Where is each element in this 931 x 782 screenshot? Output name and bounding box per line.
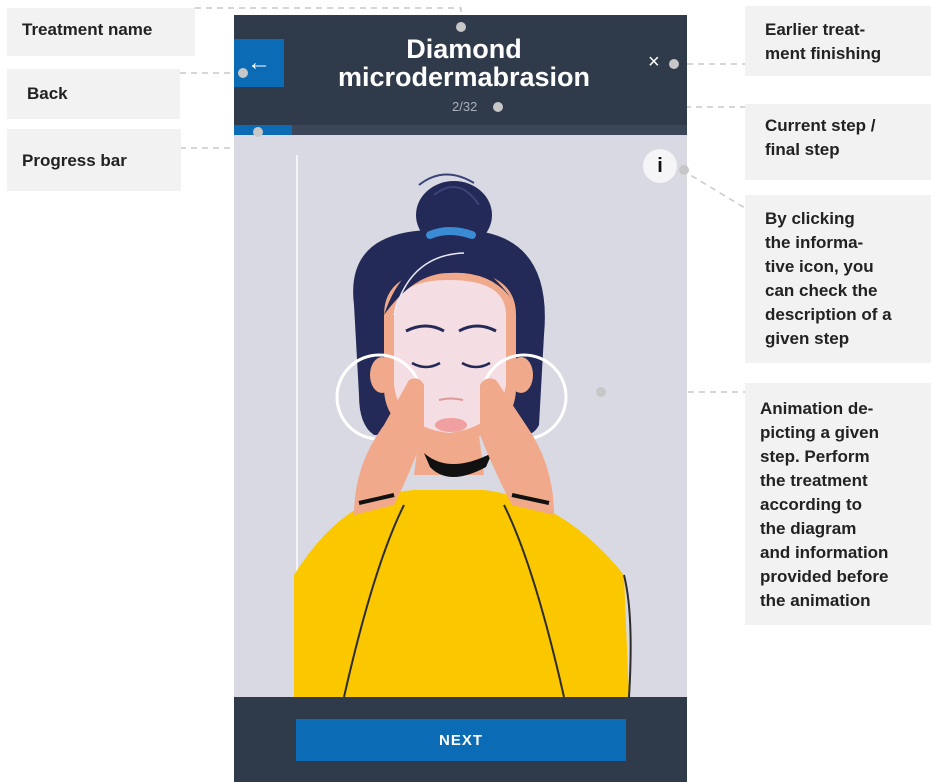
step-annotation: Current step / final step [745, 104, 931, 180]
connector-dot [456, 22, 466, 32]
treatment-title: Diamond microdermabrasion [337, 34, 591, 92]
progress-bar [234, 125, 687, 135]
info-annotation: By clicking the informa- tive icon, you … [745, 195, 931, 363]
app-screen: ← Diamond microdermabrasion × 2/32 i NEX… [234, 15, 687, 782]
progress-bar-annotation: Progress bar [7, 129, 181, 191]
connector-dot [679, 165, 689, 175]
treatment-name-annotation: Treatment name [7, 8, 195, 56]
connector-dot [493, 102, 503, 112]
finish-annotation: Earlier treat- ment finishing [745, 6, 931, 76]
footer: NEXT [234, 697, 687, 782]
connector-dot [669, 59, 679, 69]
info-icon[interactable]: i [643, 149, 677, 183]
face-washing-illustration [294, 155, 632, 697]
next-button[interactable]: NEXT [296, 719, 626, 761]
close-icon[interactable]: × [648, 51, 660, 74]
arrow-left-icon: ← [247, 49, 271, 76]
back-annotation: Back [7, 69, 180, 119]
animation-annotation: Animation de- picting a given step. Perf… [745, 383, 931, 625]
progress-fill [234, 125, 292, 135]
step-animation: i [234, 135, 687, 697]
connector-dot [238, 68, 248, 78]
connector-dot [253, 127, 263, 137]
connector-dot [596, 387, 606, 397]
step-counter: 2/32 [452, 99, 478, 114]
back-button[interactable]: ← [234, 39, 284, 87]
